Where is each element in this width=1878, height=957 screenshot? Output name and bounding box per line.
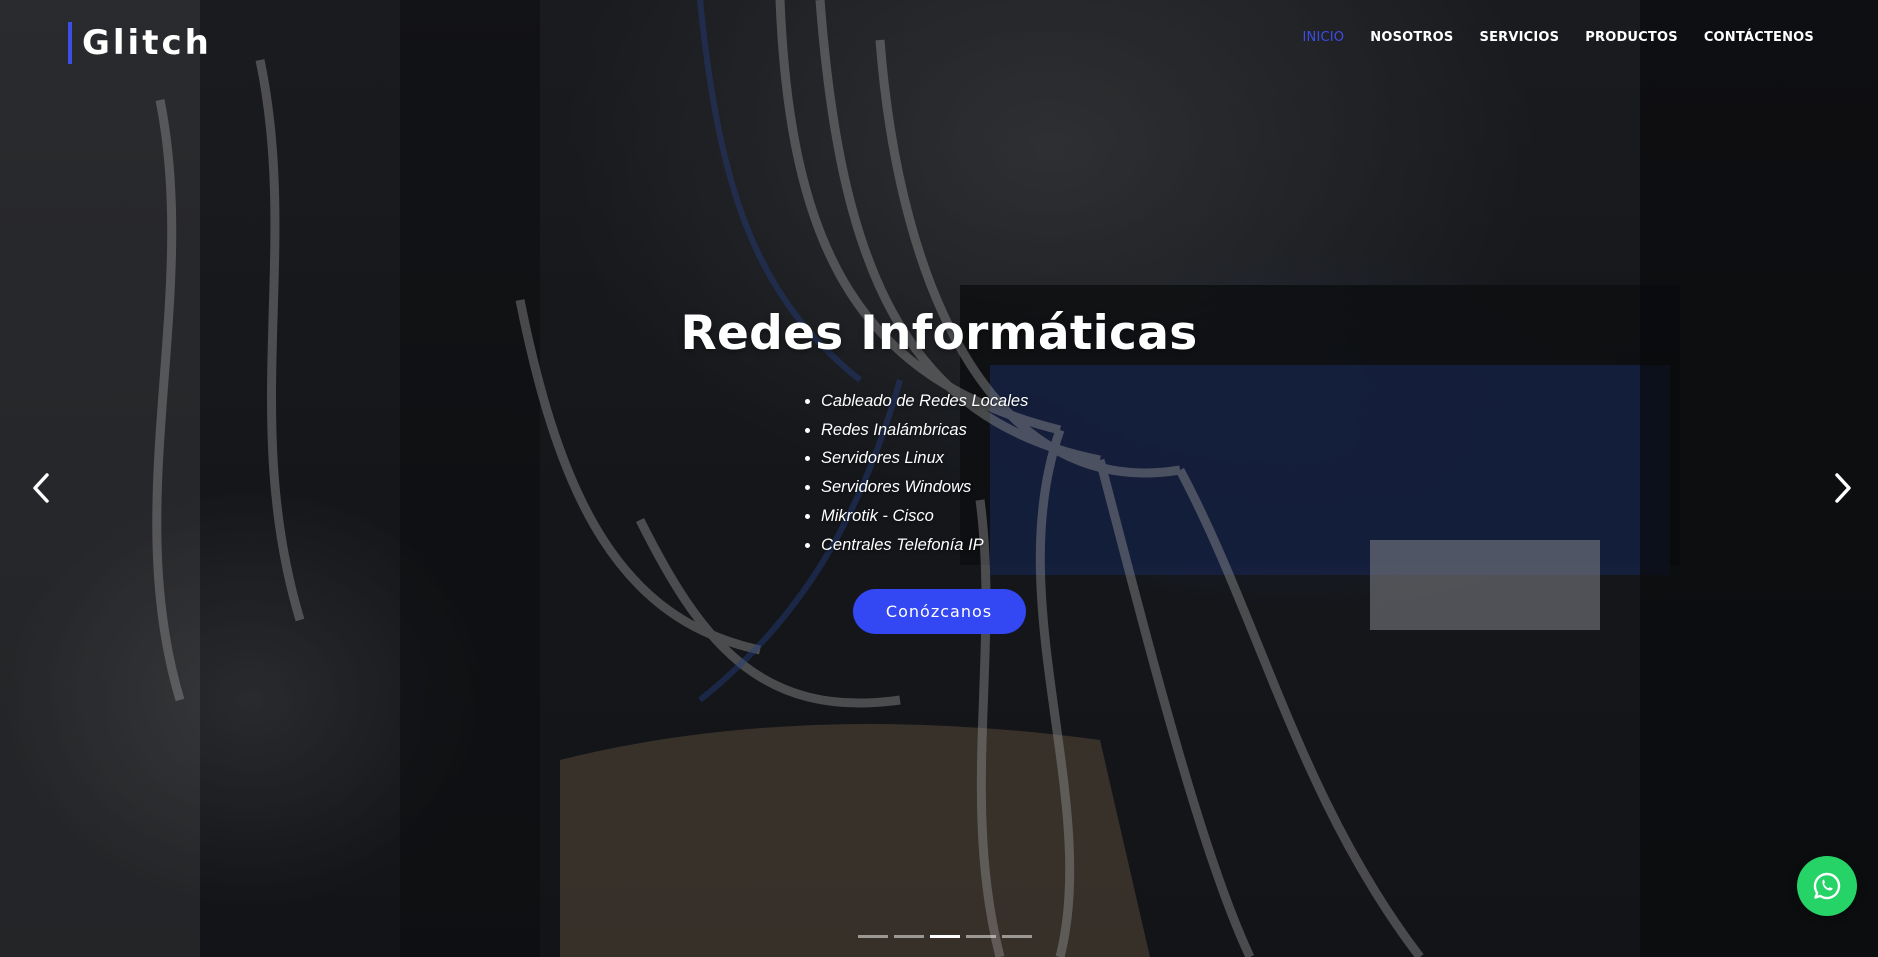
service-item: Centrales Telefonía IP bbox=[821, 531, 1039, 560]
carousel-indicators bbox=[858, 935, 1032, 938]
service-item: Servidores Linux bbox=[821, 444, 1039, 473]
nav-item-inicio[interactable]: INICIO bbox=[1303, 30, 1345, 45]
carousel-prev-button[interactable] bbox=[26, 468, 56, 508]
service-item: Servidores Windows bbox=[821, 473, 1039, 502]
nav-item-contactenos[interactable]: CONTÁCTENOS bbox=[1704, 30, 1814, 45]
service-item: Mikrotik - Cisco bbox=[821, 502, 1039, 531]
conozcanos-button[interactable]: Conózcanos bbox=[852, 589, 1026, 635]
service-item: Cableado de Redes Locales bbox=[821, 387, 1039, 416]
carousel-indicator[interactable] bbox=[1002, 935, 1032, 938]
whatsapp-icon bbox=[1813, 872, 1841, 900]
site-logo[interactable]: Glitch bbox=[68, 22, 212, 64]
chevron-left-icon bbox=[33, 473, 49, 503]
chevron-right-icon bbox=[1835, 473, 1851, 503]
carousel-indicator[interactable] bbox=[858, 935, 888, 938]
service-list: Cableado de Redes Locales Redes Inalámbr… bbox=[799, 387, 1039, 559]
nav-item-servicios[interactable]: SERVICIOS bbox=[1480, 30, 1560, 45]
whatsapp-button[interactable] bbox=[1797, 856, 1857, 916]
service-item: Redes Inalámbricas bbox=[821, 416, 1039, 445]
slide-content: Redes Informáticas Cableado de Redes Loc… bbox=[0, 306, 1878, 635]
nav-item-productos[interactable]: PRODUCTOS bbox=[1585, 30, 1678, 45]
nav-item-nosotros[interactable]: NOSOTROS bbox=[1370, 30, 1453, 45]
slide-title: Redes Informáticas bbox=[680, 306, 1198, 361]
hero-carousel: Glitch INICIO NOSOTROS SERVICIOS PRODUCT… bbox=[0, 0, 1878, 957]
carousel-indicator[interactable] bbox=[966, 935, 996, 938]
carousel-next-button[interactable] bbox=[1828, 468, 1858, 508]
main-nav: INICIO NOSOTROS SERVICIOS PRODUCTOS CONT… bbox=[1303, 30, 1815, 45]
carousel-indicator[interactable] bbox=[930, 935, 960, 938]
carousel-indicator[interactable] bbox=[894, 935, 924, 938]
